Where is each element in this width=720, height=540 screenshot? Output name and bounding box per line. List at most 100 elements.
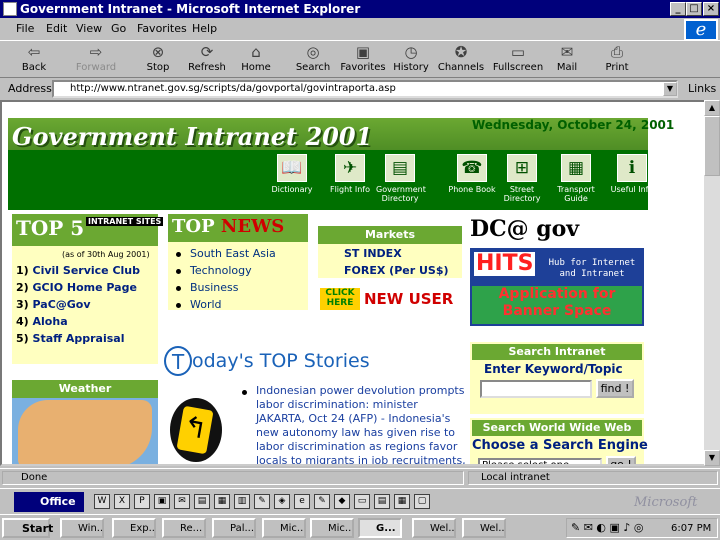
channels-button[interactable]: ✪ Channels xyxy=(435,43,487,77)
fullscreen-button[interactable]: ▭ Fullscreen xyxy=(492,43,544,77)
office-button[interactable]: Office xyxy=(14,492,84,512)
task-button[interactable]: Win... xyxy=(60,518,104,538)
menu-bar: File Edit View Go Favorites Help xyxy=(0,18,720,40)
office-app-icon[interactable]: ▢ xyxy=(414,494,430,509)
print-button[interactable]: ⎙ Print xyxy=(591,43,643,77)
menu-edit[interactable]: Edit xyxy=(46,22,67,35)
office-app-icon[interactable]: ◈ xyxy=(274,494,290,509)
bus-icon: ▦ xyxy=(561,154,591,182)
office-app-icon[interactable]: ▥ xyxy=(234,494,250,509)
office-app-icon[interactable]: ▭ xyxy=(354,494,370,509)
search-engine-label: Choose a Search Engine xyxy=(472,438,648,453)
road-sign-image: ↰ xyxy=(170,398,222,462)
forward-arrow-icon: ⇨ xyxy=(89,43,103,61)
close-button[interactable]: × xyxy=(703,2,719,16)
start-button[interactable]: Start xyxy=(2,518,53,538)
task-button[interactable]: Mic... xyxy=(262,518,306,538)
search-keyword-input[interactable] xyxy=(480,380,592,398)
click-here-label[interactable]: CLICK HERE xyxy=(320,288,360,310)
top5-item-5[interactable]: 5) Staff Appraisal xyxy=(16,332,124,345)
home-button[interactable]: ⌂ Home xyxy=(230,43,282,77)
top5-item-1[interactable]: 1) Civil Service Club xyxy=(16,264,140,277)
history-button[interactable]: ◷ History xyxy=(385,43,437,77)
refresh-button[interactable]: ⟳ Refresh xyxy=(181,43,233,77)
back-button[interactable]: ⇦ Back xyxy=(8,43,60,77)
banner-space-link[interactable]: Application for Banner Space xyxy=(472,286,642,324)
office-app-icon[interactable]: ▦ xyxy=(214,494,230,509)
office-app-icon[interactable]: ▣ xyxy=(154,494,170,509)
minimize-button[interactable]: _ xyxy=(670,2,686,16)
office-app-icon[interactable]: ◆ xyxy=(334,494,350,509)
new-user-label[interactable]: NEW USER xyxy=(364,290,453,308)
task-button[interactable]: Re... xyxy=(162,518,206,538)
address-dropdown-button[interactable]: ▼ xyxy=(663,82,677,96)
scroll-up-button[interactable]: ▲ xyxy=(704,100,720,116)
scroll-thumb[interactable] xyxy=(704,116,720,176)
search-engine-select[interactable]: Please select one xyxy=(478,458,602,464)
weather-map[interactable] xyxy=(18,400,152,464)
menu-help[interactable]: Help xyxy=(192,22,217,35)
dcgov-logo[interactable]: DC@ gov xyxy=(470,216,579,242)
top5-item-4[interactable]: 4) Aloha xyxy=(16,315,68,328)
maximize-button[interactable]: □ xyxy=(686,2,702,16)
nav-phone-book[interactable]: ☎ Phone Book xyxy=(448,152,496,210)
system-tray: ✎ ✉ ◐ ▣ ♪ ◎ 6:07 PM xyxy=(566,518,718,538)
office-app-icon[interactable]: ✎ xyxy=(314,494,330,509)
news-technology[interactable]: Technology xyxy=(190,264,252,277)
tray-icons[interactable]: ✎ ✉ ◐ ▣ ♪ ◎ xyxy=(571,521,644,534)
top5-item-2[interactable]: 2) GCIO Home Page xyxy=(16,281,137,294)
office-app-icon[interactable]: ▤ xyxy=(194,494,210,509)
task-button[interactable]: Exp... xyxy=(112,518,156,538)
nav-street-directory[interactable]: ⊞ Street Directory xyxy=(498,152,546,210)
office-app-icon[interactable]: ▦ xyxy=(394,494,410,509)
task-button[interactable]: Pal... xyxy=(212,518,256,538)
news-south-east-asia[interactable]: South East Asia xyxy=(190,247,276,260)
status-bar: Done Local intranet xyxy=(0,468,720,486)
title-bar[interactable]: Government Intranet - Microsoft Internet… xyxy=(0,0,720,18)
office-app-icon[interactable]: X xyxy=(114,494,130,509)
top5-item-3[interactable]: 3) PaC@Gov xyxy=(16,298,91,311)
news-world[interactable]: World xyxy=(190,298,222,311)
task-button[interactable]: Mic... xyxy=(310,518,354,538)
top-story-text[interactable]: Indonesian power devolution prompts labo… xyxy=(256,384,468,464)
task-button-active[interactable]: G... xyxy=(358,518,402,538)
menu-favorites[interactable]: Favorites xyxy=(137,22,187,35)
links-button[interactable]: Links xyxy=(688,82,716,95)
menu-go[interactable]: Go xyxy=(111,22,126,35)
ie-app-icon[interactable] xyxy=(3,2,17,16)
task-button[interactable]: Wel... xyxy=(412,518,456,538)
menu-file[interactable]: File xyxy=(16,22,34,35)
office-shortcut-bar: Office W X P ▣ ✉ ▤ ▦ ▥ ✎ ◈ e ✎ ◆ ▭ ▤ ▦ ▢… xyxy=(0,488,720,514)
nav-transport-guide[interactable]: ▦ Transport Guide xyxy=(552,152,600,210)
office-app-icon[interactable]: W xyxy=(94,494,110,509)
office-app-icon[interactable]: ✎ xyxy=(254,494,270,509)
office-app-icon[interactable]: P xyxy=(134,494,150,509)
window-title: Government Intranet - Microsoft Internet… xyxy=(20,2,361,16)
search-button[interactable]: ◎ Search xyxy=(287,43,339,77)
clock[interactable]: 6:07 PM xyxy=(671,523,711,534)
address-input[interactable]: http://www.ntranet.gov.sg/scripts/da/gov… xyxy=(52,80,678,98)
vertical-scrollbar[interactable]: ▲ ▼ xyxy=(704,100,720,466)
market-forex[interactable]: FOREX (Per US$) xyxy=(344,264,449,277)
favorites-button[interactable]: ▣ Favorites xyxy=(337,43,389,77)
office-app-icon[interactable]: ▤ xyxy=(374,494,390,509)
scroll-down-button[interactable]: ▼ xyxy=(704,450,720,466)
go-button[interactable]: go ! xyxy=(606,456,636,464)
forward-button[interactable]: ⇨ Forward xyxy=(70,43,122,77)
search-icon: ◎ xyxy=(306,43,320,61)
microsoft-logo: Microsoft xyxy=(634,495,698,510)
page-viewport[interactable]: Government Intranet 2001 Wednesday, Octo… xyxy=(0,100,708,466)
news-business[interactable]: Business xyxy=(190,281,239,294)
menu-view[interactable]: View xyxy=(76,22,102,35)
mail-button[interactable]: ✉ Mail xyxy=(541,43,593,77)
stop-button[interactable]: ⊗ Stop xyxy=(132,43,184,77)
nav-government-directory[interactable]: ▤ Government Directory xyxy=(376,152,426,210)
nav-dictionary[interactable]: 📖 Dictionary xyxy=(268,152,316,210)
office-app-icon[interactable]: e xyxy=(294,494,310,509)
nav-useful-info[interactable]: ℹ Useful Info xyxy=(608,152,656,210)
office-app-icon[interactable]: ✉ xyxy=(174,494,190,509)
task-button[interactable]: Wel... xyxy=(462,518,506,538)
market-st-index[interactable]: ST INDEX xyxy=(344,247,402,260)
find-button[interactable]: find ! xyxy=(596,379,634,398)
nav-flight-info[interactable]: ✈ Flight Info xyxy=(326,152,374,210)
